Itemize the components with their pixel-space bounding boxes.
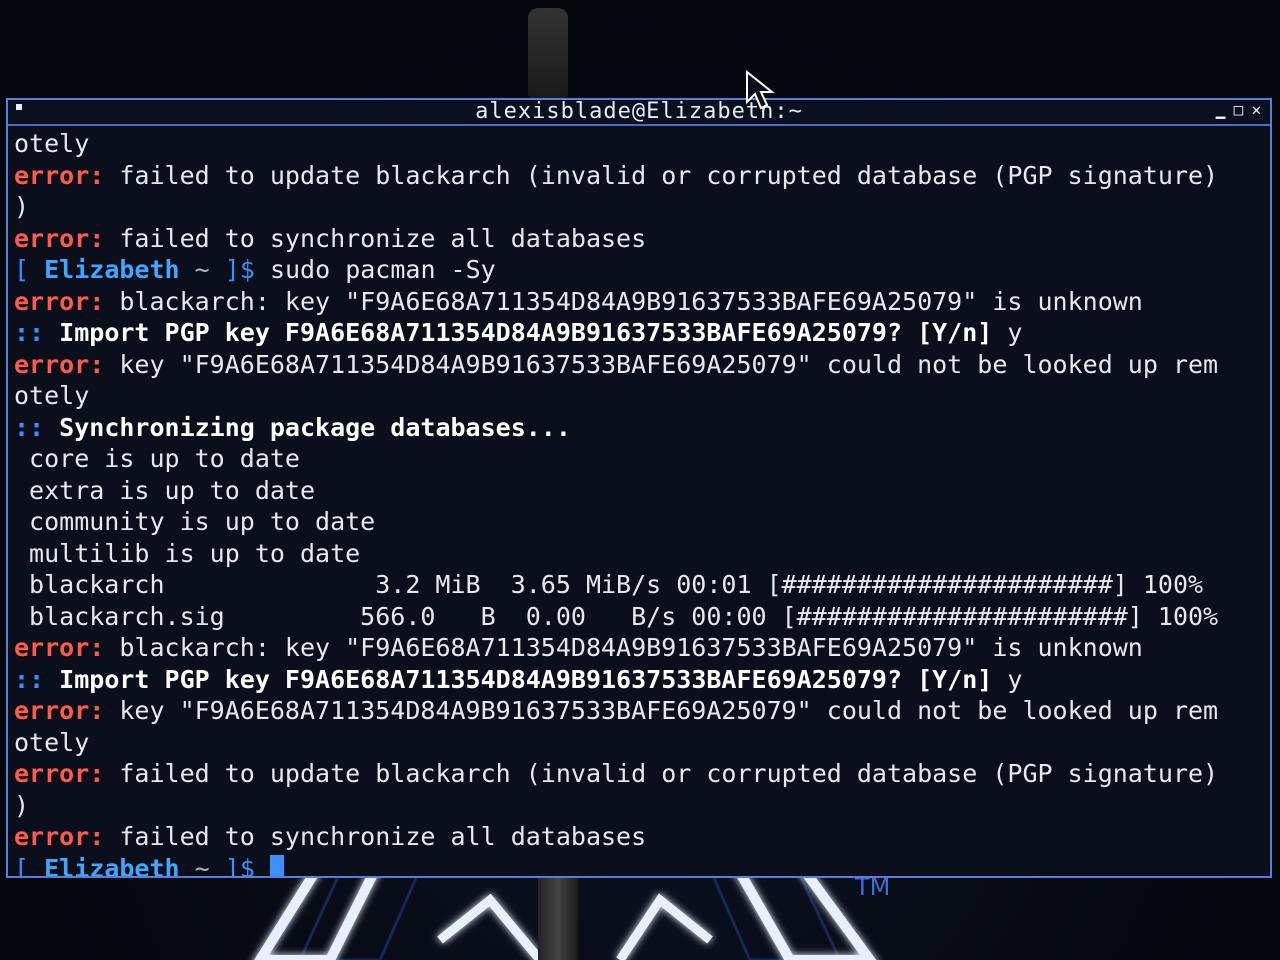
terminal-line: core is up to date bbox=[14, 443, 1264, 475]
text-cursor bbox=[269, 854, 284, 876]
prompt-open-bracket: [ bbox=[14, 853, 30, 877]
line-text: otely bbox=[14, 129, 90, 158]
line-text: extra is up to date bbox=[14, 475, 316, 505]
error-label: error: bbox=[14, 349, 105, 379]
line-text: core is up to date bbox=[14, 444, 300, 473]
prompt-open-bracket: [ bbox=[14, 255, 30, 284]
terminal-line: blackarch.sig 566.0 B 0.00 B/s 00:00 [##… bbox=[14, 601, 1264, 633]
terminal-line: [ Elizabeth ~ ]$ sudo pacman -Sy bbox=[14, 254, 1264, 286]
usb-device bbox=[528, 8, 568, 98]
terminal-line: blackarch 3.2 MiB 3.65 MiB/s 00:01 [####… bbox=[14, 569, 1264, 601]
terminal-window[interactable]: alexisblade@Elizabeth:~ ▁ □ ✕ otely error… bbox=[6, 98, 1272, 878]
line-text: community is up to date bbox=[14, 507, 376, 536]
action-marker: :: bbox=[14, 318, 45, 347]
terminal-line: error: failed to update blackarch (inval… bbox=[14, 758, 1264, 790]
window-controls: ▁ □ ✕ bbox=[1214, 101, 1264, 119]
error-message: blackarch: key "F9A6E68A711354D84A9B9163… bbox=[104, 286, 1143, 316]
terminal-line: error: failed to synchronize all databas… bbox=[14, 821, 1264, 853]
mouse-pointer-icon bbox=[746, 70, 775, 110]
terminal-line: error: key "F9A6E68A711354D84A9B91637533… bbox=[14, 695, 1264, 727]
line-text: blackarch 3.2 MiB 3.65 MiB/s 00:01 [####… bbox=[14, 570, 1204, 599]
prompt-directory: ~ bbox=[194, 255, 210, 284]
prompt-directory: ~ bbox=[194, 853, 210, 877]
terminal-line: :: Import PGP key F9A6E68A711354D84A9B91… bbox=[14, 664, 1264, 696]
minimize-icon[interactable]: ▁ bbox=[1214, 101, 1228, 119]
error-message: key "F9A6E68A711354D84A9B91637533BAFE69A… bbox=[104, 696, 1219, 725]
monitor-stand bbox=[538, 876, 578, 960]
terminal-line: community is up to date bbox=[14, 506, 1264, 538]
terminal-line: otely bbox=[14, 380, 1264, 412]
prompt-command: sudo pacman -Sy bbox=[254, 255, 496, 284]
action-message: Synchronizing package databases... bbox=[44, 412, 571, 442]
terminal-titlebar[interactable]: alexisblade@Elizabeth:~ ▁ □ ✕ bbox=[8, 100, 1270, 126]
terminal-line: error: blackarch: key "F9A6E68A711354D84… bbox=[14, 286, 1264, 318]
error-label: error: bbox=[14, 286, 105, 316]
error-label: error: bbox=[14, 759, 105, 788]
terminal-line: :: Import PGP key F9A6E68A711354D84A9B91… bbox=[14, 317, 1264, 349]
prompt-command bbox=[255, 854, 270, 877]
line-text: ) bbox=[14, 192, 30, 221]
line-text: ) bbox=[14, 790, 30, 820]
line-text: multilib is up to date bbox=[14, 538, 361, 568]
line-text: otely bbox=[14, 727, 90, 757]
error-message: failed to synchronize all databases bbox=[104, 223, 647, 253]
action-message: Import PGP key F9A6E68A711354D84A9B91637… bbox=[44, 318, 993, 347]
terminal-line: error: key "F9A6E68A711354D84A9B91637533… bbox=[14, 349, 1264, 381]
error-label: error: bbox=[14, 223, 105, 253]
terminal-line: multilib is up to date bbox=[14, 538, 1264, 570]
terminal-line: error: blackarch: key "F9A6E68A711354D84… bbox=[14, 632, 1264, 664]
terminal-line: [ Elizabeth ~ ]$ bbox=[14, 853, 1264, 877]
user-response: y bbox=[992, 318, 1023, 347]
terminal-line: extra is up to date bbox=[14, 475, 1264, 507]
window-menu-icon[interactable] bbox=[16, 104, 22, 110]
error-label: error: bbox=[14, 696, 105, 725]
terminal-line: ) bbox=[14, 790, 1264, 822]
terminal-output[interactable]: otely error: failed to update blackarch (… bbox=[8, 126, 1270, 876]
error-message: blackarch: key "F9A6E68A711354D84A9B9163… bbox=[104, 633, 1143, 662]
prompt-hostname: Elizabeth bbox=[44, 255, 180, 284]
user-response: y bbox=[992, 664, 1023, 694]
error-label: error: bbox=[14, 633, 105, 662]
close-icon[interactable]: ✕ bbox=[1250, 101, 1264, 119]
terminal-line: otely bbox=[14, 128, 1264, 160]
error-message: failed to update blackarch (invalid or c… bbox=[104, 160, 1219, 190]
terminal-line: otely bbox=[14, 727, 1264, 759]
terminal-line: error: failed to update blackarch (inval… bbox=[14, 160, 1264, 192]
error-label: error: bbox=[14, 822, 105, 851]
error-message: key "F9A6E68A711354D84A9B91637533BAFE69A… bbox=[104, 349, 1219, 379]
action-message: Import PGP key F9A6E68A711354D84A9B91637… bbox=[44, 664, 993, 694]
terminal-line: :: Synchronizing package databases... bbox=[14, 412, 1264, 444]
line-text: blackarch.sig 566.0 B 0.00 B/s 00:00 [##… bbox=[14, 601, 1219, 631]
prompt-close-bracket: ]$ bbox=[224, 853, 255, 877]
terminal-line: ) bbox=[14, 191, 1264, 223]
desktop: TM alexisblade@Elizabeth:~ ▁ □ ✕ otely er… bbox=[0, 0, 1280, 960]
error-message: failed to synchronize all databases bbox=[104, 822, 647, 851]
prompt-hostname: Elizabeth bbox=[44, 853, 180, 877]
prompt-close-bracket: ]$ bbox=[224, 255, 255, 284]
error-label: error: bbox=[14, 160, 105, 190]
action-marker: :: bbox=[14, 664, 45, 694]
terminal-line: error: failed to synchronize all databas… bbox=[14, 223, 1264, 255]
maximize-icon[interactable]: □ bbox=[1232, 101, 1246, 119]
error-message: failed to update blackarch (invalid or c… bbox=[104, 759, 1219, 788]
action-marker: :: bbox=[14, 412, 45, 442]
line-text: otely bbox=[14, 381, 90, 410]
